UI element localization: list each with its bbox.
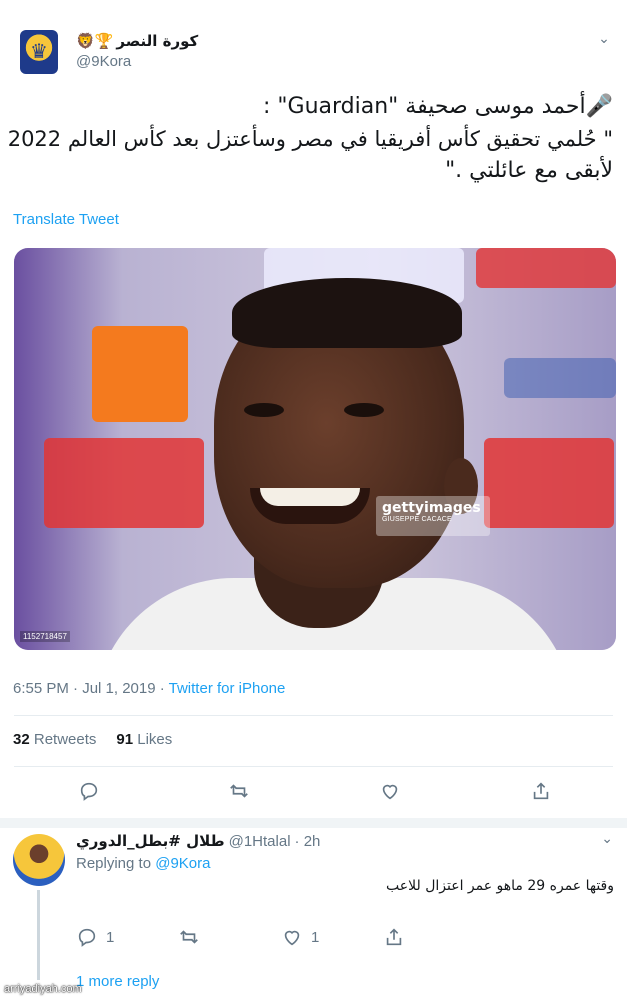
chevron-down-icon[interactable]: ⌄: [595, 30, 613, 48]
reply-share-button[interactable]: [383, 926, 405, 948]
translate-tweet-link[interactable]: Translate Tweet: [13, 211, 119, 228]
tweet-time[interactable]: 6:55 PM · Jul 1, 2019 ·: [13, 680, 169, 697]
tweet-line-2: " حُلمي تحقيق كأس أفريقيا في مصر وسأعتزل…: [7, 127, 613, 151]
tweet-line-1: 🎤أحمد موسى صحيفة "Guardian" :: [262, 94, 613, 119]
retweets-stat[interactable]: 32 Retweets: [13, 731, 96, 748]
getty-watermark: gettyimages GIUSEPPE CACACE: [376, 496, 490, 536]
reply-icon: [78, 928, 96, 947]
reply-author-handle[interactable]: @1Htalal: [229, 833, 291, 850]
photo-id-label: 1152718457: [20, 631, 70, 642]
tweet-line-3: لأبقى مع عائلتي .": [445, 158, 613, 183]
reply-header: طلال #بطل_الدوري @1Htalal · 2h: [76, 832, 320, 850]
tweet-source[interactable]: Twitter for iPhone: [169, 680, 286, 697]
reply-text: وقتها عمره 29 ماهو عمر اعتزال للاعب: [386, 878, 614, 894]
chevron-down-icon[interactable]: ⌄: [601, 830, 613, 847]
replying-to: Replying to @9Kora: [76, 855, 211, 872]
more-replies-link[interactable]: 1 more reply: [76, 973, 159, 990]
reply-avatar[interactable]: [13, 834, 65, 886]
name-emojis: 🦁🏆: [76, 33, 114, 50]
share-icon: [533, 782, 549, 800]
tweet-text: 🎤أحمد موسى صحيفة "Guardian" : " حُلمي تح…: [7, 91, 613, 187]
reply-icon: [80, 782, 98, 801]
site-watermark: arriyadiyah.com: [4, 983, 82, 995]
account-handle[interactable]: @9Kora: [76, 53, 131, 70]
reply-reply-button[interactable]: 1: [76, 926, 114, 948]
thread-line: [37, 890, 40, 980]
replying-to-handle[interactable]: @9Kora: [155, 855, 210, 872]
reply-time[interactable]: · 2h: [295, 833, 321, 850]
reply-retweet-button[interactable]: [178, 926, 200, 948]
main-tweet: ♛ 🦁🏆 كورة النصر @9Kora ⌄ 🎤أحمد موسى صحيف…: [0, 0, 627, 818]
divider: [14, 715, 613, 716]
heart-icon: [382, 784, 398, 800]
account-name-row[interactable]: 🦁🏆 كورة النصر: [76, 32, 198, 50]
heart-icon: [284, 930, 300, 946]
reply-button[interactable]: [78, 780, 100, 802]
reply-author-name[interactable]: طلال #بطل_الدوري: [76, 832, 225, 850]
tweet-stats: 32 Retweets 91 Likes: [13, 731, 172, 748]
tweet-metadata: 6:55 PM · Jul 1, 2019 · Twitter for iPho…: [13, 680, 285, 697]
retweet-button[interactable]: [228, 780, 250, 802]
account-avatar[interactable]: ♛: [20, 30, 58, 74]
like-button[interactable]: [379, 780, 401, 802]
likes-stat[interactable]: 91 Likes: [116, 731, 172, 748]
section-separator: [0, 818, 627, 828]
share-button[interactable]: [530, 780, 552, 802]
share-icon: [386, 928, 402, 946]
reply-like-button[interactable]: 1: [281, 926, 319, 948]
reply-like-count: 1: [311, 928, 320, 946]
tweet-photo[interactable]: gettyimages GIUSEPPE CACACE 1152718457: [14, 248, 616, 650]
lion-crest-icon: ♛: [30, 41, 48, 63]
account-name: كورة النصر: [116, 32, 199, 50]
retweet-icon: [230, 784, 248, 798]
divider: [14, 766, 613, 767]
retweet-icon: [180, 930, 198, 944]
reply-count: 1: [106, 928, 115, 946]
